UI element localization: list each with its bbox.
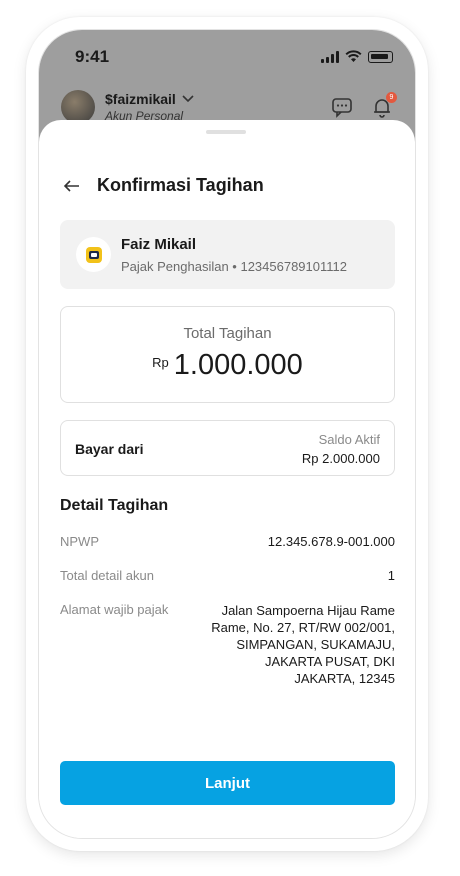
- payee-logo: [76, 237, 111, 272]
- detail-label: NPWP: [60, 534, 99, 549]
- status-time: 9:41: [75, 47, 110, 66]
- avatar[interactable]: [61, 90, 95, 124]
- detail-label: Total detail akun: [60, 568, 154, 583]
- profile-name: $faizmikail: [105, 91, 176, 107]
- title-row: Konfirmasi Tagihan: [63, 175, 264, 196]
- status-icons: [321, 50, 393, 63]
- balance-value: Rp 2.000.000: [301, 451, 380, 466]
- payee-subtitle: Pajak Penghasilan • 123456789101112: [121, 259, 347, 274]
- page-title: Konfirmasi Tagihan: [97, 175, 264, 195]
- payee-name: Faiz Mikail: [121, 236, 197, 253]
- balance-label: Saldo Aktif: [318, 432, 380, 447]
- detail-label: Alamat wajib pajak: [60, 602, 169, 617]
- notification-badge: 9: [386, 92, 397, 103]
- header-actions: 9: [331, 92, 397, 118]
- pay-from-label: Bayar dari: [75, 441, 144, 457]
- detail-value: Jalan Sampoerna Hijau Rame Rame, No. 27,…: [211, 603, 395, 686]
- back-arrow-icon[interactable]: [63, 176, 83, 196]
- detail-value: 1: [387, 568, 395, 583]
- detail-row-npwp: NPWP 12.345.678.9-001.000: [60, 534, 395, 549]
- sheet-handle[interactable]: [206, 130, 246, 134]
- detail-value: 12.345.678.9-001.000: [267, 534, 395, 549]
- total-amount-row: Rp 1.000.000: [61, 349, 394, 382]
- detail-row-accounts: Total detail akun 1: [60, 568, 395, 583]
- total-label: Total Tagihan: [183, 325, 272, 342]
- wifi-icon: [345, 50, 362, 62]
- chevron-down-icon[interactable]: [182, 95, 194, 103]
- detail-title: Detail Tagihan: [60, 497, 169, 514]
- total-amount: 1.000.000: [173, 349, 303, 381]
- detail-row-address: Alamat wajib pajak Jalan Sampoerna Hijau…: [60, 602, 395, 687]
- pay-from-selector[interactable]: Bayar dari Saldo Aktif Rp 2.000.000: [60, 420, 395, 476]
- total-bill-card: Total Tagihan Rp 1.000.000: [60, 306, 395, 403]
- bell-icon[interactable]: 9: [371, 92, 397, 118]
- chat-icon[interactable]: [331, 96, 353, 118]
- payee-card: Faiz Mikail Pajak Penghasilan • 12345678…: [60, 220, 395, 289]
- profile-switcher[interactable]: $faizmikail Akun Personal: [61, 90, 194, 124]
- currency-label: Rp: [152, 355, 169, 370]
- signal-icon: [321, 50, 339, 63]
- continue-button[interactable]: Lanjut: [60, 761, 395, 805]
- confirmation-sheet: Konfirmasi Tagihan Faiz Mikail Pajak Pen…: [39, 120, 415, 838]
- battery-icon: [368, 50, 393, 63]
- screen: 9:41 $faizmikail Akun Personal 9 Konfirm…: [38, 29, 416, 839]
